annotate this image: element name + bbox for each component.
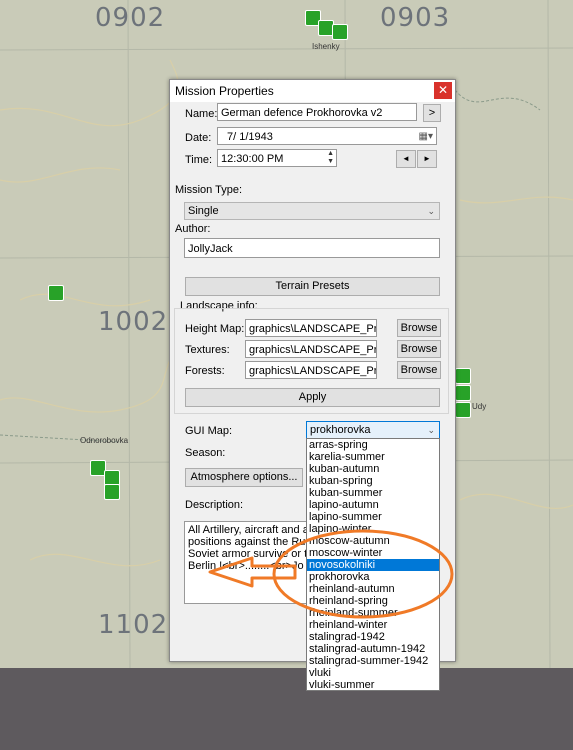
dropdown-option[interactable]: lapino-autumn: [307, 499, 439, 511]
browse-textures-button[interactable]: Browse: [397, 340, 441, 358]
grid-label: 1002: [98, 307, 169, 337]
building-icon[interactable]: [455, 385, 471, 401]
dropdown-option[interactable]: arras-spring: [307, 439, 439, 451]
next-button[interactable]: ►: [417, 150, 437, 168]
prev-button[interactable]: ◄: [396, 150, 416, 168]
chevron-down-icon: ⌄: [427, 206, 435, 216]
time-input[interactable]: 12:30:00 PM ▲ ▼: [217, 149, 337, 167]
height-map-input[interactable]: graphics\LANDSCAPE_Prokh: [245, 319, 377, 337]
bridge-icon[interactable]: [48, 285, 64, 301]
dropdown-option[interactable]: moscow-autumn: [307, 535, 439, 547]
terrain-presets-button[interactable]: Terrain Presets: [185, 277, 440, 296]
building-icon[interactable]: [455, 368, 471, 384]
dropdown-option[interactable]: rheinland-winter: [307, 619, 439, 631]
building-icon[interactable]: [104, 484, 120, 500]
date-value: 7/ 1/1943: [227, 131, 273, 143]
dropdown-option[interactable]: vluki: [307, 667, 439, 679]
gui-map-label: GUI Map:: [185, 425, 233, 437]
author-input[interactable]: JollyJack: [184, 238, 440, 258]
building-icon[interactable]: [332, 24, 348, 40]
town-label: Odnorobovka: [80, 436, 129, 445]
dropdown-option[interactable]: rheinland-autumn: [307, 583, 439, 595]
season-label: Season:: [185, 447, 226, 459]
grid-label: 0903: [380, 3, 451, 33]
grid-label: 0902: [95, 3, 166, 33]
town-label: Ishenky: [312, 42, 340, 51]
mission-type-value: Single: [188, 205, 219, 217]
apply-button[interactable]: Apply: [185, 388, 440, 407]
calendar-icon[interactable]: ▦▾: [419, 128, 433, 144]
dropdown-option[interactable]: rheinland-spring: [307, 595, 439, 607]
dialog-title: Mission Properties: [175, 84, 274, 98]
dropdown-option[interactable]: moscow-winter: [307, 547, 439, 559]
time-label: Time:: [185, 154, 213, 166]
gui-map-select[interactable]: prokhorovka ⌄: [306, 421, 440, 439]
name-arrow-button[interactable]: >: [423, 104, 441, 122]
dialog-titlebar[interactable]: Mission Properties ✕: [170, 80, 455, 102]
gui-map-dropdown-list[interactable]: arras-spring karelia-summer kuban-autumn ku…: [306, 438, 440, 691]
dropdown-option[interactable]: stalingrad-summer-1942: [307, 655, 439, 667]
dropdown-option[interactable]: stalingrad-1942: [307, 631, 439, 643]
name-label: Name:: [185, 108, 218, 120]
textures-input[interactable]: graphics\LANDSCAPE_Prokl: [245, 340, 377, 358]
browse-height-button[interactable]: Browse: [397, 319, 441, 337]
close-icon: ✕: [437, 83, 449, 97]
name-input[interactable]: German defence Prokhorovka v2: [217, 103, 417, 121]
spinner-icon[interactable]: ▲ ▼: [327, 150, 334, 166]
dropdown-option[interactable]: stalingrad-autumn-1942: [307, 643, 439, 655]
mission-type-label: Mission Type:: [175, 184, 243, 196]
author-label: Author:: [175, 223, 211, 235]
dropdown-option[interactable]: lapino-winter: [307, 523, 439, 535]
date-picker[interactable]: 7/ 1/1943 ▦▾: [217, 127, 437, 145]
forests-input[interactable]: graphics\LANDSCAPE_Prokl: [245, 361, 377, 379]
textures-label: Textures:: [185, 344, 230, 356]
height-map-label: Height Map:: [185, 323, 245, 335]
bottom-panel: [0, 668, 573, 750]
forests-label: Forests:: [185, 365, 225, 377]
dropdown-option[interactable]: kuban-autumn: [307, 463, 439, 475]
dropdown-option[interactable]: karelia-summer: [307, 451, 439, 463]
dropdown-option[interactable]: vluki-summer: [307, 679, 439, 690]
close-button[interactable]: ✕: [434, 82, 452, 99]
description-label: Description:: [185, 499, 244, 511]
dropdown-option[interactable]: kuban-summer: [307, 487, 439, 499]
dropdown-option[interactable]: kuban-spring: [307, 475, 439, 487]
town-label: Udy: [472, 402, 487, 411]
dropdown-option[interactable]: prokhorovka: [307, 571, 439, 583]
dropdown-option[interactable]: lapino-summer: [307, 511, 439, 523]
dropdown-option[interactable]: novosokolniki: [307, 559, 439, 571]
mission-properties-dialog: Mission Properties ✕ Name: German defenc…: [169, 79, 456, 691]
browse-forests-button[interactable]: Browse: [397, 361, 441, 379]
chevron-down-icon: ⌄: [427, 425, 435, 435]
mission-type-select[interactable]: Single ⌄: [184, 202, 440, 220]
grid-label: 1102: [98, 610, 169, 640]
building-icon[interactable]: [455, 402, 471, 418]
gui-map-value: prokhorovka: [310, 424, 371, 436]
time-value: 12:30:00 PM: [221, 153, 284, 165]
atmosphere-options-button[interactable]: Atmosphere options...: [185, 468, 303, 487]
date-label: Date:: [185, 132, 212, 144]
dropdown-option[interactable]: rheinland-summer: [307, 607, 439, 619]
